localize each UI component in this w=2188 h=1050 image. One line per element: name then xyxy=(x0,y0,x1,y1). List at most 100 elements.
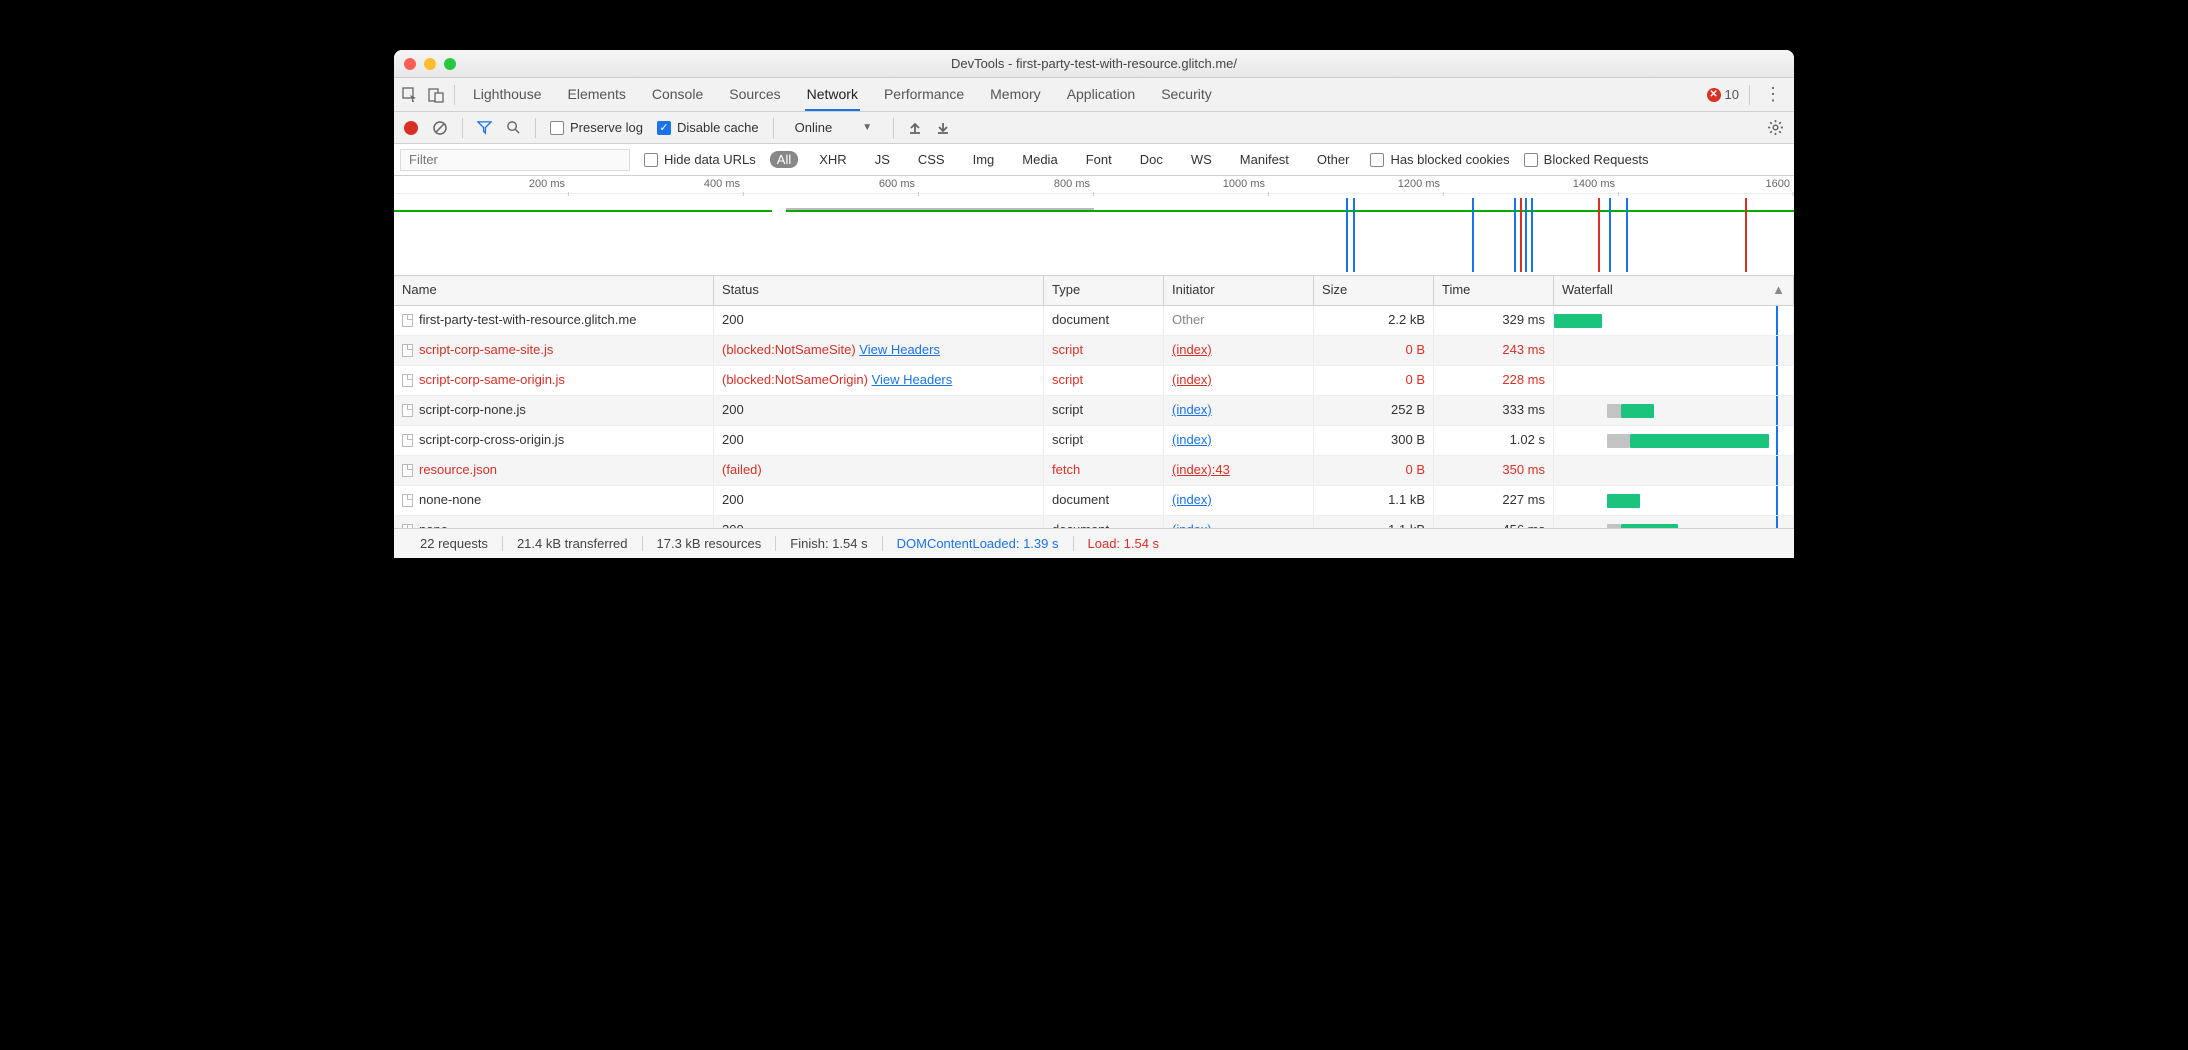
has-blocked-cookies-checkbox[interactable]: Has blocked cookies xyxy=(1370,152,1509,167)
status-load: Load: 1.54 s xyxy=(1074,536,1174,551)
window-title: DevTools - first-party-test-with-resourc… xyxy=(394,56,1794,71)
divider xyxy=(773,118,774,138)
type-filter-font[interactable]: Font xyxy=(1079,151,1119,168)
hide-data-urls-checkbox[interactable]: Hide data URLs xyxy=(644,152,756,167)
type-filter-xhr[interactable]: XHR xyxy=(812,151,853,168)
tab-elements[interactable]: Elements xyxy=(566,79,628,111)
cell-name: script-corp-same-origin.js xyxy=(394,366,714,395)
request-row[interactable]: script-corp-same-origin.js(blocked:NotSa… xyxy=(394,366,1794,396)
disable-cache-checkbox[interactable]: ✓ Disable cache xyxy=(657,120,759,135)
cell-waterfall xyxy=(1554,516,1794,528)
request-row[interactable]: script-corp-none.js200script(index)252 B… xyxy=(394,396,1794,426)
hide-data-urls-label: Hide data URLs xyxy=(664,152,756,167)
cell-size: 252 B xyxy=(1314,396,1434,425)
file-icon xyxy=(402,374,413,387)
initiator-link[interactable]: (index) xyxy=(1172,522,1212,528)
timeline-overview[interactable]: 200 ms400 ms600 ms800 ms1000 ms1200 ms14… xyxy=(394,176,1794,276)
col-type[interactable]: Type xyxy=(1044,276,1164,305)
divider xyxy=(893,118,894,138)
preserve-log-checkbox[interactable]: Preserve log xyxy=(550,120,643,135)
cell-size: 2.2 kB xyxy=(1314,306,1434,335)
request-row[interactable]: first-party-test-with-resource.glitch.me… xyxy=(394,306,1794,336)
cell-waterfall xyxy=(1554,456,1794,485)
request-row[interactable]: script-corp-cross-origin.js200script (ind… xyxy=(394,426,1794,456)
col-name[interactable]: Name xyxy=(394,276,714,305)
request-row[interactable]: script-corp-same-site.js(blocked:NotSame… xyxy=(394,336,1794,366)
initiator-link[interactable]: (index) xyxy=(1172,492,1212,507)
initiator-link[interactable]: (index):43 xyxy=(1172,462,1230,477)
timeline-tick: 1400 ms xyxy=(1573,178,1619,190)
request-row[interactable]: resource.json(failed)fetch(index):430 B3… xyxy=(394,456,1794,486)
inspect-element-icon[interactable] xyxy=(402,87,418,103)
tab-sources[interactable]: Sources xyxy=(727,79,782,111)
tab-lighthouse[interactable]: Lighthouse xyxy=(471,79,544,111)
search-icon[interactable] xyxy=(506,120,521,135)
cell-type: script xyxy=(1044,426,1164,455)
checkbox-checked-icon: ✓ xyxy=(657,121,671,135)
filter-input[interactable] xyxy=(400,149,630,171)
col-initiator[interactable]: Initiator xyxy=(1164,276,1314,305)
cell-name: script-corp-same-site.js xyxy=(394,336,714,365)
close-window-button[interactable] xyxy=(404,58,416,70)
col-size[interactable]: Size xyxy=(1314,276,1434,305)
type-filter-manifest[interactable]: Manifest xyxy=(1233,151,1296,168)
zoom-window-button[interactable] xyxy=(444,58,456,70)
tab-security[interactable]: Security xyxy=(1159,79,1214,111)
tab-console[interactable]: Console xyxy=(650,79,705,111)
cell-status: (blocked:NotSameOrigin) View Headers xyxy=(714,366,1044,395)
type-filter-other[interactable]: Other xyxy=(1310,151,1357,168)
cell-name: script-corp-cross-origin.js xyxy=(394,426,714,455)
cell-status: 200 xyxy=(714,426,1044,455)
request-row[interactable]: none200document(index)1.1 kB456 ms xyxy=(394,516,1794,528)
device-toolbar-icon[interactable] xyxy=(428,87,444,103)
cell-waterfall xyxy=(1554,396,1794,425)
request-rows: first-party-test-with-resource.glitch.me… xyxy=(394,306,1794,528)
file-icon xyxy=(402,464,413,477)
upload-icon[interactable] xyxy=(908,121,922,135)
settings-gear-icon[interactable] xyxy=(1767,119,1784,136)
download-icon[interactable] xyxy=(936,121,950,135)
clear-icon[interactable] xyxy=(432,120,448,136)
blocked-requests-checkbox[interactable]: Blocked Requests xyxy=(1524,152,1649,167)
timeline-tick: 600 ms xyxy=(879,178,919,190)
view-headers-link[interactable]: View Headers xyxy=(859,342,940,357)
initiator-link[interactable]: (index) xyxy=(1172,432,1212,447)
type-filter-css[interactable]: CSS xyxy=(911,151,952,168)
main-tabbar: Lighthouse Elements Console Sources Network P… xyxy=(394,78,1794,112)
tab-memory[interactable]: Memory xyxy=(988,79,1043,111)
initiator-link[interactable]: (index) xyxy=(1172,402,1212,417)
request-row[interactable]: none-none200document(index)1.1 kB227 ms xyxy=(394,486,1794,516)
window-controls xyxy=(404,58,456,70)
throttle-value: Online xyxy=(795,120,833,135)
initiator-link[interactable]: (index) xyxy=(1172,342,1212,357)
file-icon xyxy=(402,434,413,447)
type-filter-js[interactable]: JS xyxy=(868,151,897,168)
tab-application[interactable]: Application xyxy=(1065,79,1138,111)
cell-name: none xyxy=(394,516,714,528)
timeline-tick: 1000 ms xyxy=(1223,178,1269,190)
tab-performance[interactable]: Performance xyxy=(882,79,966,111)
filter-icon[interactable] xyxy=(477,120,492,135)
record-button[interactable] xyxy=(404,121,418,135)
status-finish: Finish: 1.54 s xyxy=(776,536,882,551)
cell-size: 300 B xyxy=(1314,426,1434,455)
type-filter-all[interactable]: All xyxy=(770,151,798,168)
cell-initiator: (index) xyxy=(1164,336,1314,365)
error-count-badge[interactable]: ✕ 10 xyxy=(1707,87,1739,102)
initiator-link[interactable]: (index) xyxy=(1172,372,1212,387)
col-time[interactable]: Time xyxy=(1434,276,1554,305)
type-filter-ws[interactable]: WS xyxy=(1184,151,1219,168)
file-icon xyxy=(402,404,413,417)
view-headers-link[interactable]: View Headers xyxy=(872,372,953,387)
cell-type: document xyxy=(1044,516,1164,528)
col-status[interactable]: Status xyxy=(714,276,1044,305)
tab-network[interactable]: Network xyxy=(805,79,860,111)
minimize-window-button[interactable] xyxy=(424,58,436,70)
throttle-select[interactable]: Online ▼ xyxy=(788,117,879,138)
type-filter-img[interactable]: Img xyxy=(966,151,1002,168)
col-waterfall[interactable]: Waterfall ▲ xyxy=(1554,276,1794,305)
type-filter-doc[interactable]: Doc xyxy=(1133,151,1170,168)
timeline-tick: 400 ms xyxy=(704,178,744,190)
type-filter-media[interactable]: Media xyxy=(1015,151,1064,168)
more-menu-icon[interactable]: ⋮ xyxy=(1760,84,1786,105)
